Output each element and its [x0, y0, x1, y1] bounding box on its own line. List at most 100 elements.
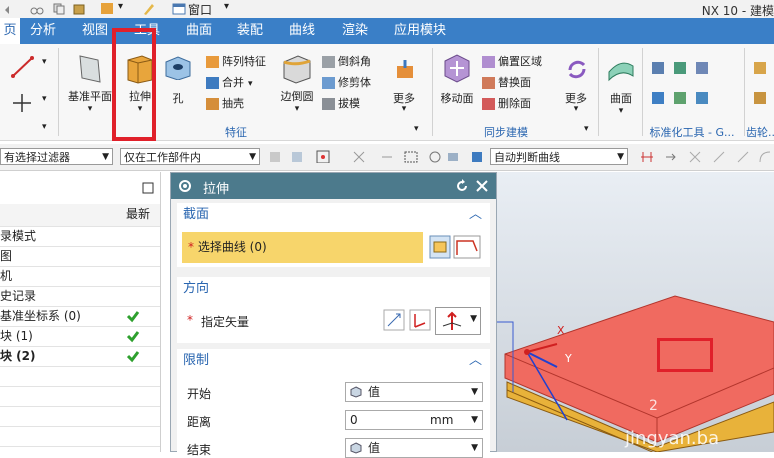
edge-blend-button[interactable]: 边倒圆 ▾	[276, 50, 318, 120]
curve-rule-icon[interactable]	[470, 150, 484, 163]
direction-header[interactable]: 方向	[177, 277, 490, 301]
sketch-arrow-icon[interactable]: ▾	[42, 57, 47, 67]
std-tool-icon[interactable]	[650, 90, 666, 106]
navigator-row[interactable]: 史记录	[0, 286, 160, 307]
std-tool-icon[interactable]	[694, 60, 710, 76]
select-icon[interactable]	[316, 150, 330, 163]
tab-render[interactable]: 渲染	[338, 18, 372, 44]
unite-button[interactable]: 合并 ▾	[206, 74, 253, 90]
shortcut-icon[interactable]	[100, 2, 114, 15]
y-axis-label: Y	[565, 352, 572, 365]
tab-home[interactable]: 页	[0, 18, 20, 44]
tab-application[interactable]: 应用模块	[390, 18, 450, 44]
line-icon[interactable]	[10, 54, 36, 80]
navigator-row[interactable]: 块 (2)	[0, 346, 160, 367]
shell-button[interactable]: 抽壳	[206, 95, 244, 111]
dropdown-arrow-icon[interactable]: ▾	[118, 1, 123, 12]
replace-face-button[interactable]: 替换面	[482, 74, 531, 90]
std-tool-icon[interactable]	[650, 60, 666, 76]
datum-plane-arrow-icon: ▾	[87, 104, 93, 114]
pattern-feature-button[interactable]: 阵列特征	[206, 53, 266, 69]
limits-header[interactable]: 限制 ︿	[177, 349, 490, 373]
navigator-row-label: 机	[0, 269, 13, 283]
collapse-icon[interactable]: ︿	[469, 349, 482, 373]
undo-icon[interactable]	[2, 2, 16, 15]
sketch-more-arrow-icon[interactable]: ▾	[42, 122, 47, 132]
navigator-row	[0, 426, 160, 447]
hole-button[interactable]: 孔	[160, 50, 196, 106]
sketch-section-icon[interactable]	[429, 235, 451, 259]
tab-curve[interactable]: 曲线	[285, 18, 319, 44]
reset-icon[interactable]	[455, 179, 469, 193]
maximize-icon[interactable]	[142, 182, 154, 194]
select-curve-row[interactable]: * 选择曲线 (0)	[182, 232, 423, 263]
more-sync-icon	[568, 60, 586, 79]
snap-icon[interactable]	[268, 150, 282, 163]
window-menu[interactable]: 窗口	[188, 1, 212, 18]
paste-icon[interactable]	[72, 2, 86, 15]
select-mode-icon[interactable]	[352, 150, 366, 163]
vector-type-combo[interactable]: ▼	[435, 307, 481, 335]
curve-select-icon[interactable]	[453, 235, 481, 259]
selection-filter-combo[interactable]: 有选择过滤器 ▼	[0, 148, 113, 165]
curve-rule-combo[interactable]: 自动判断曲线 ▼	[490, 148, 628, 165]
trim-body-button[interactable]: 修剪体	[322, 74, 371, 90]
gear-tool-icon[interactable]	[752, 60, 768, 76]
tab-view[interactable]: 视图	[78, 18, 112, 44]
snap-point-icon[interactable]	[688, 150, 702, 163]
cut-icon[interactable]	[30, 2, 44, 15]
gear-tool-icon[interactable]	[752, 90, 768, 106]
copy-icon[interactable]	[52, 2, 66, 15]
collapse-icon[interactable]: ︿	[469, 203, 482, 227]
graphics-viewport[interactable]: X Y 2 jingyan.ba	[497, 172, 774, 452]
std-tool-icon[interactable]	[672, 60, 688, 76]
section-header[interactable]: 截面 ︿	[177, 203, 490, 227]
point-icon[interactable]	[10, 92, 34, 114]
navigator-row[interactable]: 基准坐标系 (0)	[0, 306, 160, 327]
distance-label: 距离	[187, 415, 212, 429]
offset-region-icon	[482, 56, 495, 68]
sync-group-arrow-icon[interactable]: ▾	[584, 124, 589, 134]
snap-arc-icon[interactable]	[758, 150, 772, 163]
start-type-combo[interactable]: 值 ▼	[345, 382, 483, 402]
reverse-direction-icon[interactable]	[383, 309, 405, 331]
arrow-right-icon[interactable]	[664, 150, 678, 163]
filter-icon[interactable]	[290, 150, 304, 163]
close-icon[interactable]	[475, 179, 489, 193]
point-arrow-icon[interactable]: ▾	[42, 94, 47, 104]
surface-button[interactable]: 曲面 ▾	[602, 50, 640, 120]
tab-surface[interactable]: 曲面	[182, 18, 216, 44]
view-icon[interactable]	[446, 150, 460, 163]
scope-combo[interactable]: 仅在工作部件内 ▼	[120, 148, 260, 165]
tab-assembly[interactable]: 装配	[233, 18, 267, 44]
datum-plane-button[interactable]: 基准平面 ▾	[64, 50, 116, 120]
more-sync-button[interactable]: 更多 ▾	[558, 54, 594, 114]
draft-button[interactable]: 拔模	[322, 95, 360, 111]
select-mode-icon[interactable]	[380, 150, 394, 163]
snap-line-icon[interactable]	[712, 150, 726, 163]
offset-region-button[interactable]: 偏置区域	[482, 53, 542, 69]
navigator-row[interactable]: 录模式	[0, 226, 160, 247]
snap-line-icon[interactable]	[736, 150, 750, 163]
chamfer-button[interactable]: 倒斜角	[322, 53, 371, 69]
navigator-row[interactable]: 图	[0, 246, 160, 267]
deselect-icon[interactable]	[428, 150, 442, 163]
intersect-icon[interactable]	[640, 150, 654, 163]
checkmark-icon	[126, 351, 140, 363]
end-type-combo[interactable]: 值 ▼	[345, 438, 483, 458]
window-menu-arrow-icon[interactable]: ▾	[224, 1, 229, 12]
move-face-button[interactable]: 移动面	[436, 50, 478, 110]
navigator-row[interactable]: 机	[0, 266, 160, 287]
vector-dialog-icon[interactable]	[409, 309, 431, 331]
pen-icon[interactable]	[142, 2, 156, 15]
move-face-icon	[444, 54, 470, 83]
feature-group-arrow-icon[interactable]: ▾	[414, 124, 419, 134]
more-features-button[interactable]: 更多 ▾	[386, 54, 422, 114]
delete-face-button[interactable]: 删除面	[482, 95, 531, 111]
rectangle-select-icon[interactable]	[404, 150, 418, 163]
navigator-row[interactable]: 块 (1)	[0, 326, 160, 347]
std-tool-icon[interactable]	[672, 90, 688, 106]
distance-input[interactable]: 0 mm ▼	[345, 410, 483, 430]
tab-analysis[interactable]: 分析	[26, 18, 60, 44]
std-tool-icon[interactable]	[694, 90, 710, 106]
